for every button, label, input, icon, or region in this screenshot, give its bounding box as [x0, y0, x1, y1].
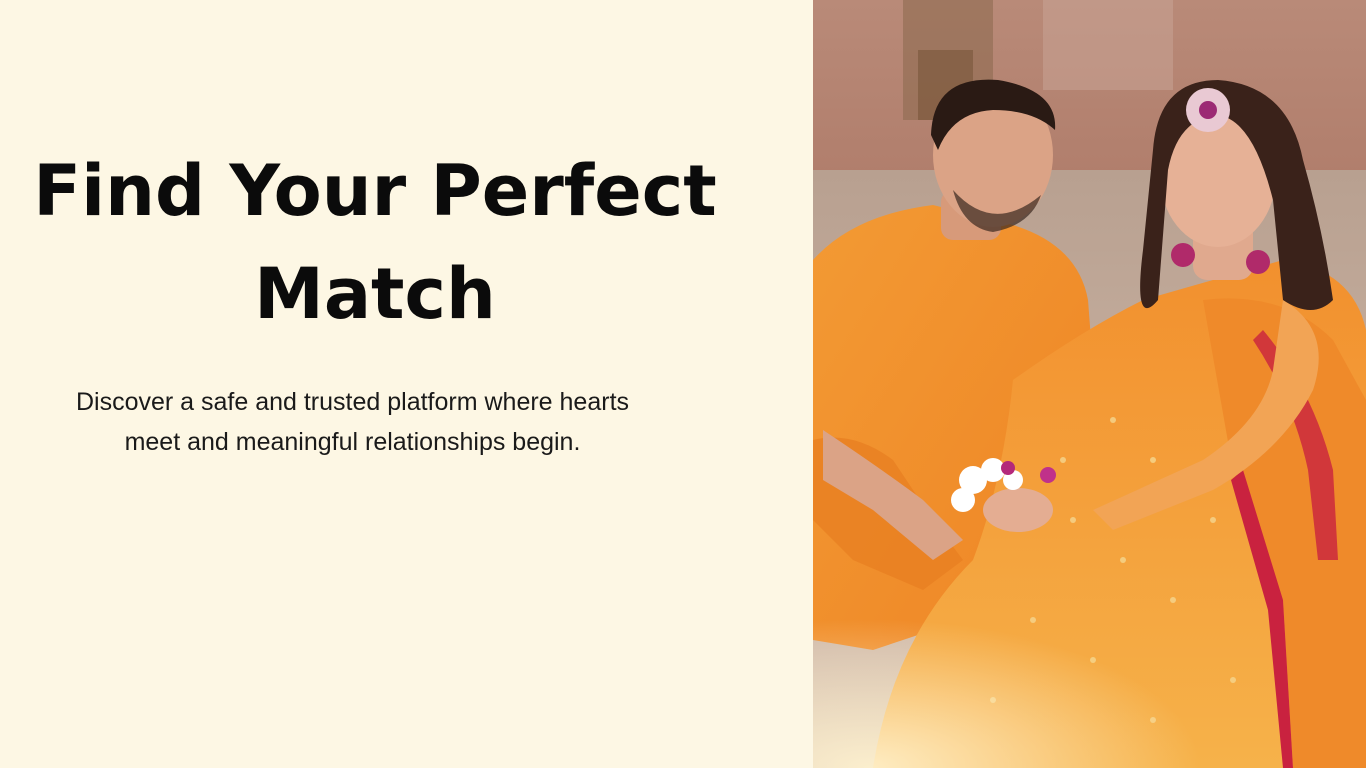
hero-subtitle: Discover a safe and trusted platform whe… — [75, 388, 630, 456]
hero-text-panel: Find Your Perfect Match Discover a safe … — [0, 0, 813, 768]
hero-image-panel — [813, 0, 1366, 768]
hero-title: Find Your Perfect Match — [33, 150, 717, 335]
landing-page: Find Your Perfect Match Discover a safe … — [0, 0, 1366, 768]
couple-photo — [813, 0, 1366, 768]
